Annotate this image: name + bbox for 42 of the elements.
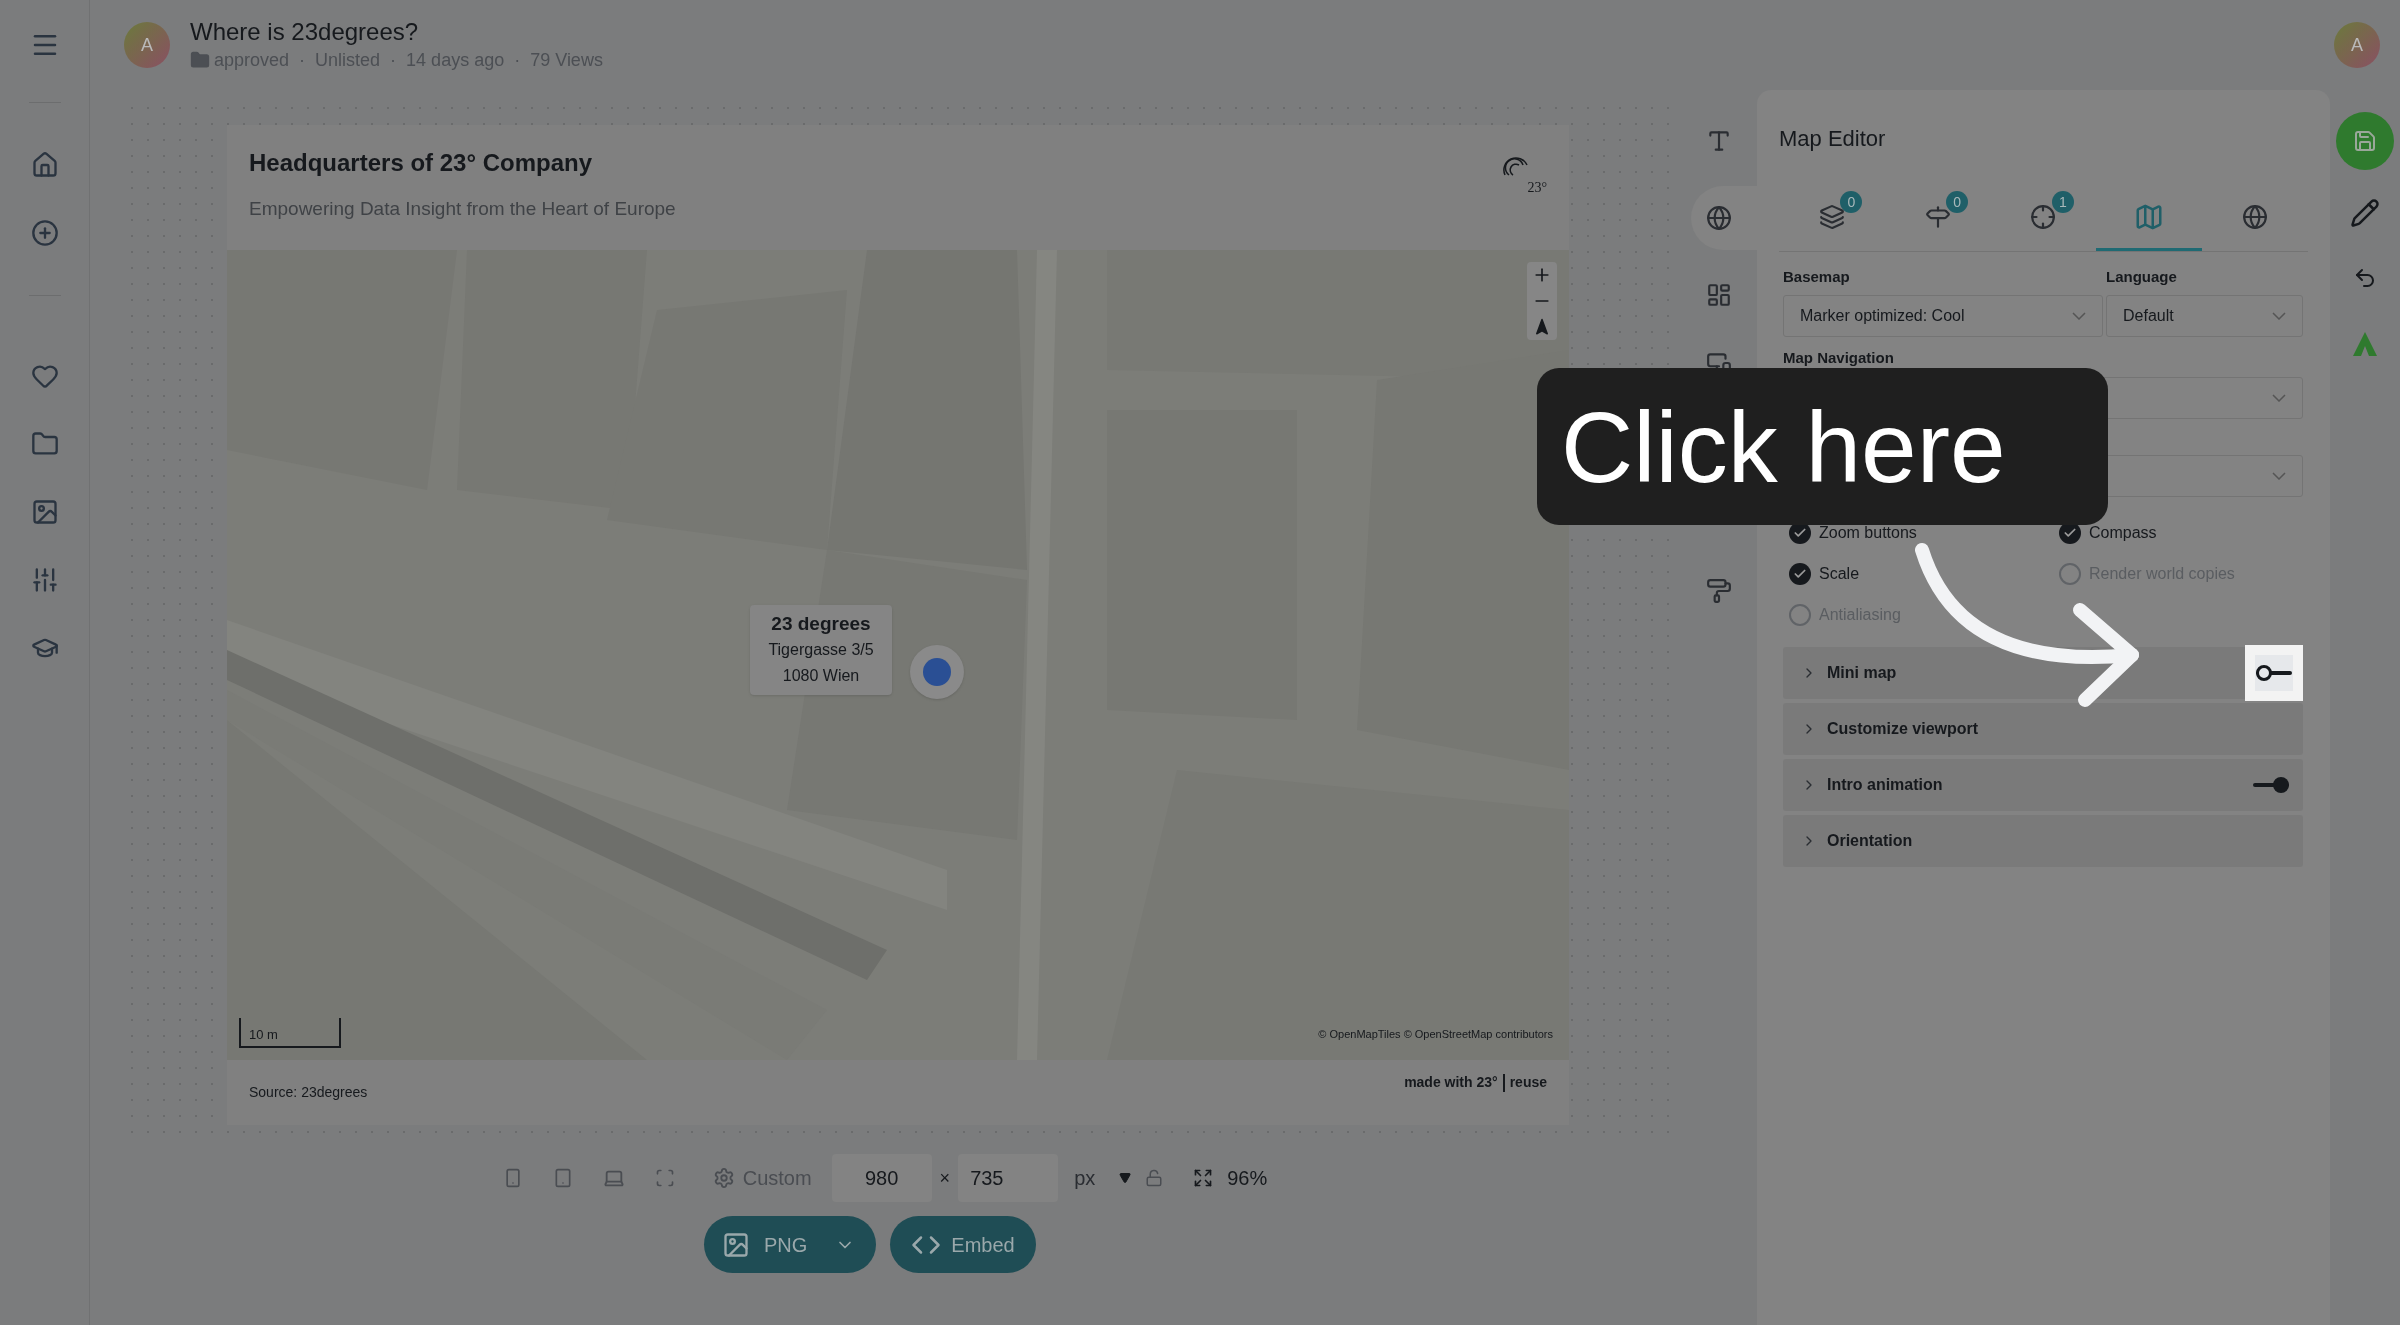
map-attribution: © OpenMapTiles © OpenStreetMap contributors [1318,1026,1553,1042]
checkbox-option[interactable]: Scale [1789,562,1860,586]
editor-tab[interactable]: 0 [1779,185,1885,251]
popup-text: 1080 Wien [782,666,860,686]
scale-bar: 10 m [239,1018,341,1048]
language-select[interactable]: Default [2106,294,2303,337]
count-badge: 0 [1946,191,1969,213]
times-sign: × [939,1166,951,1190]
separator: · [299,48,306,72]
user-avatar[interactable]: A [2334,22,2380,68]
accordion-row[interactable]: Orientation [1783,815,2303,867]
popup-title: 23 degrees [771,612,871,636]
reuse-link[interactable]: reuse [1509,1072,1547,1093]
avatar: A [124,22,170,68]
tutorial-tooltip: Click here [1537,368,2108,525]
count-badge: 0 [1840,191,1863,213]
popup-text: Tigergasse 3/5 [768,640,874,660]
editor-tab[interactable]: 1 [1990,185,2097,251]
width-field[interactable]: 980 [831,1154,932,1202]
separator: · [514,48,521,72]
png-export-button[interactable]: PNG [704,1216,876,1273]
source-text: Source: 23degrees [249,1083,368,1102]
basemap-select[interactable]: Marker optimized: Cool [1783,294,2103,337]
accordion-row[interactable]: Customize viewport [1783,703,2303,755]
panel-title: Map Editor [1779,125,1887,153]
accordion-row[interactable]: Intro animation [1783,759,2303,811]
height-field[interactable]: 735 [958,1154,1059,1202]
separator: · [390,48,397,72]
unit-label: px [1074,1166,1096,1191]
document-title: Where is 23degrees? [190,16,420,47]
field-label: Map Navigation [1783,347,1895,368]
editor-tab[interactable]: 0 [1884,185,1991,251]
accordion-row[interactable]: Mini map [1783,647,2303,699]
field-label: Language [2106,267,2178,287]
embed-button[interactable]: Embed [890,1216,1036,1273]
card-title: Headquarters of 23° Company [249,148,594,178]
brand-logo: 23° [1501,151,1547,195]
count-badge: 1 [2051,191,2074,213]
zoom-level: 96% [1227,1166,1268,1191]
card-subtitle: Empowering Data Insight from the Heart of Europe [249,197,677,221]
made-with-text: made with 23° [1404,1073,1498,1092]
field-label: Basemap [1783,267,1851,287]
